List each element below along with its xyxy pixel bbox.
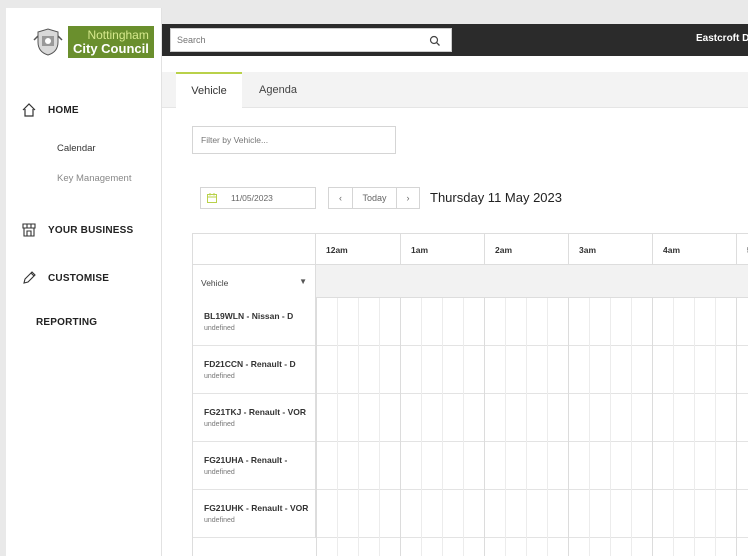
vehicle-cell: FG21TKJ - Renault - VOR undefined bbox=[193, 394, 316, 442]
hour-header: 1am bbox=[401, 234, 485, 265]
date-nav: ‹ Today › bbox=[328, 187, 420, 209]
nav-your-business[interactable]: YOUR BUSINESS bbox=[6, 221, 133, 239]
nav-customise[interactable]: CUSTOMISE bbox=[6, 269, 109, 287]
vehicle-subtitle: undefined bbox=[204, 469, 235, 476]
time-gridline bbox=[316, 298, 317, 556]
nav-home-label: HOME bbox=[48, 104, 79, 116]
crest-icon bbox=[33, 28, 63, 56]
vehicle-header-row: Vehicle ▼ bbox=[193, 265, 748, 298]
time-gridline bbox=[673, 298, 674, 556]
time-gridline bbox=[463, 298, 464, 556]
table-row[interactable]: FG21UHK - Renault - VOR undefined bbox=[193, 490, 748, 538]
pencil-icon bbox=[20, 269, 38, 287]
time-gridline bbox=[337, 298, 338, 556]
time-gridline bbox=[568, 298, 569, 556]
nav-calendar[interactable]: Calendar bbox=[57, 143, 96, 154]
time-gridline bbox=[400, 298, 401, 556]
nav-reporting[interactable]: REPORTING bbox=[36, 317, 97, 328]
tab-vehicle[interactable]: Vehicle bbox=[176, 72, 242, 108]
time-gridline bbox=[421, 298, 422, 556]
vehicle-name: FG21TKJ - Renault - VOR bbox=[204, 407, 307, 417]
hour-header: 5 bbox=[737, 234, 748, 265]
time-gridline bbox=[442, 298, 443, 556]
vehicle-filter bbox=[192, 126, 396, 154]
vehicle-filter-input[interactable] bbox=[193, 127, 395, 153]
time-gridline bbox=[484, 298, 485, 556]
search-box bbox=[170, 28, 452, 52]
date-picker[interactable]: 11/05/2023 bbox=[200, 187, 316, 209]
search-input[interactable] bbox=[171, 29, 411, 51]
hour-header: 4am bbox=[653, 234, 737, 265]
vehicle-column-label: Vehicle bbox=[201, 278, 229, 288]
time-gridline bbox=[547, 298, 548, 556]
home-icon bbox=[20, 101, 38, 119]
vehicle-name: FD21CCN - Renault - D bbox=[204, 359, 296, 369]
current-date-title: Thursday 11 May 2023 bbox=[430, 190, 562, 205]
tab-agenda[interactable]: Agenda bbox=[248, 72, 308, 108]
time-gridline bbox=[652, 298, 653, 556]
table-row[interactable]: FG21TKJ - Renault - VOR undefined bbox=[193, 394, 748, 442]
logo-line-2: City Council bbox=[73, 41, 149, 56]
nav-your-business-label: YOUR BUSINESS bbox=[48, 224, 134, 236]
calendar-icon[interactable] bbox=[201, 188, 223, 208]
store-icon bbox=[20, 221, 38, 239]
today-button[interactable]: Today bbox=[353, 188, 397, 208]
vehicle-cell: BL19WLN - Nissan - D undefined bbox=[193, 298, 316, 346]
vehicle-cell: FD21CCN - Renault - D undefined bbox=[193, 346, 316, 394]
vehicle-subtitle: undefined bbox=[204, 325, 235, 332]
time-gridline bbox=[526, 298, 527, 556]
time-gridline bbox=[694, 298, 695, 556]
nav-key-management[interactable]: Key Management bbox=[57, 173, 131, 184]
top-bar: Eastcroft De bbox=[162, 24, 748, 56]
time-gridline bbox=[610, 298, 611, 556]
time-gridline bbox=[358, 298, 359, 556]
council-logo[interactable]: Nottingham City Council bbox=[32, 22, 162, 62]
search-icon[interactable] bbox=[429, 34, 441, 52]
vehicle-cell: FG21UHA - Renault - undefined bbox=[193, 442, 316, 490]
hour-header: 3am bbox=[569, 234, 653, 265]
logo-wordmark: Nottingham City Council bbox=[68, 26, 154, 58]
vehicle-cell: FG21UHK - Renault - VOR undefined bbox=[193, 490, 316, 538]
vehicle-column-header[interactable]: Vehicle ▼ bbox=[193, 265, 316, 298]
time-gridline bbox=[589, 298, 590, 556]
time-gridline bbox=[631, 298, 632, 556]
table-row[interactable]: BL19WLN - Nissan - D undefined bbox=[193, 298, 748, 346]
sort-caret-icon[interactable]: ▼ bbox=[299, 277, 307, 286]
table-row[interactable]: FD21CCN - Renault - D undefined bbox=[193, 346, 748, 394]
next-day-button[interactable]: › bbox=[397, 188, 419, 208]
hour-header: 12am bbox=[316, 234, 401, 265]
vehicle-subtitle: undefined bbox=[204, 421, 235, 428]
account-name[interactable]: Eastcroft De bbox=[696, 33, 748, 44]
hour-header: 2am bbox=[485, 234, 569, 265]
sidebar: Nottingham City Council HOME Calendar Ke… bbox=[6, 8, 162, 556]
vehicle-subtitle: undefined bbox=[204, 517, 235, 524]
schedule-grid: 12am 1am 2am 3am 4am 5 Vehicle ▼ BL19WLN… bbox=[192, 233, 748, 556]
vehicle-subtitle: undefined bbox=[204, 373, 235, 380]
time-gridline bbox=[715, 298, 716, 556]
hours-header: 12am 1am 2am 3am 4am 5 bbox=[193, 234, 748, 265]
time-gridline bbox=[379, 298, 380, 556]
date-picker-value: 11/05/2023 bbox=[231, 193, 273, 203]
tab-bar: Vehicle Agenda bbox=[162, 72, 748, 108]
time-gridline bbox=[736, 298, 737, 556]
vehicle-name: BL19WLN - Nissan - D bbox=[204, 311, 294, 321]
nav-home[interactable]: HOME bbox=[6, 101, 79, 119]
prev-day-button[interactable]: ‹ bbox=[329, 188, 353, 208]
logo-line-1: Nottingham bbox=[87, 28, 149, 42]
table-row[interactable]: FG21UHA - Renault - undefined bbox=[193, 442, 748, 490]
vehicle-name: FG21UHA - Renault - bbox=[204, 455, 288, 465]
time-gridline bbox=[505, 298, 506, 556]
main-content: Vehicle Agenda 11/05/2023 ‹ Today › Thur… bbox=[162, 56, 748, 556]
nav-customise-label: CUSTOMISE bbox=[48, 272, 110, 284]
vehicle-name: FG21UHK - Renault - VOR bbox=[204, 503, 309, 513]
header-corner bbox=[193, 234, 316, 265]
